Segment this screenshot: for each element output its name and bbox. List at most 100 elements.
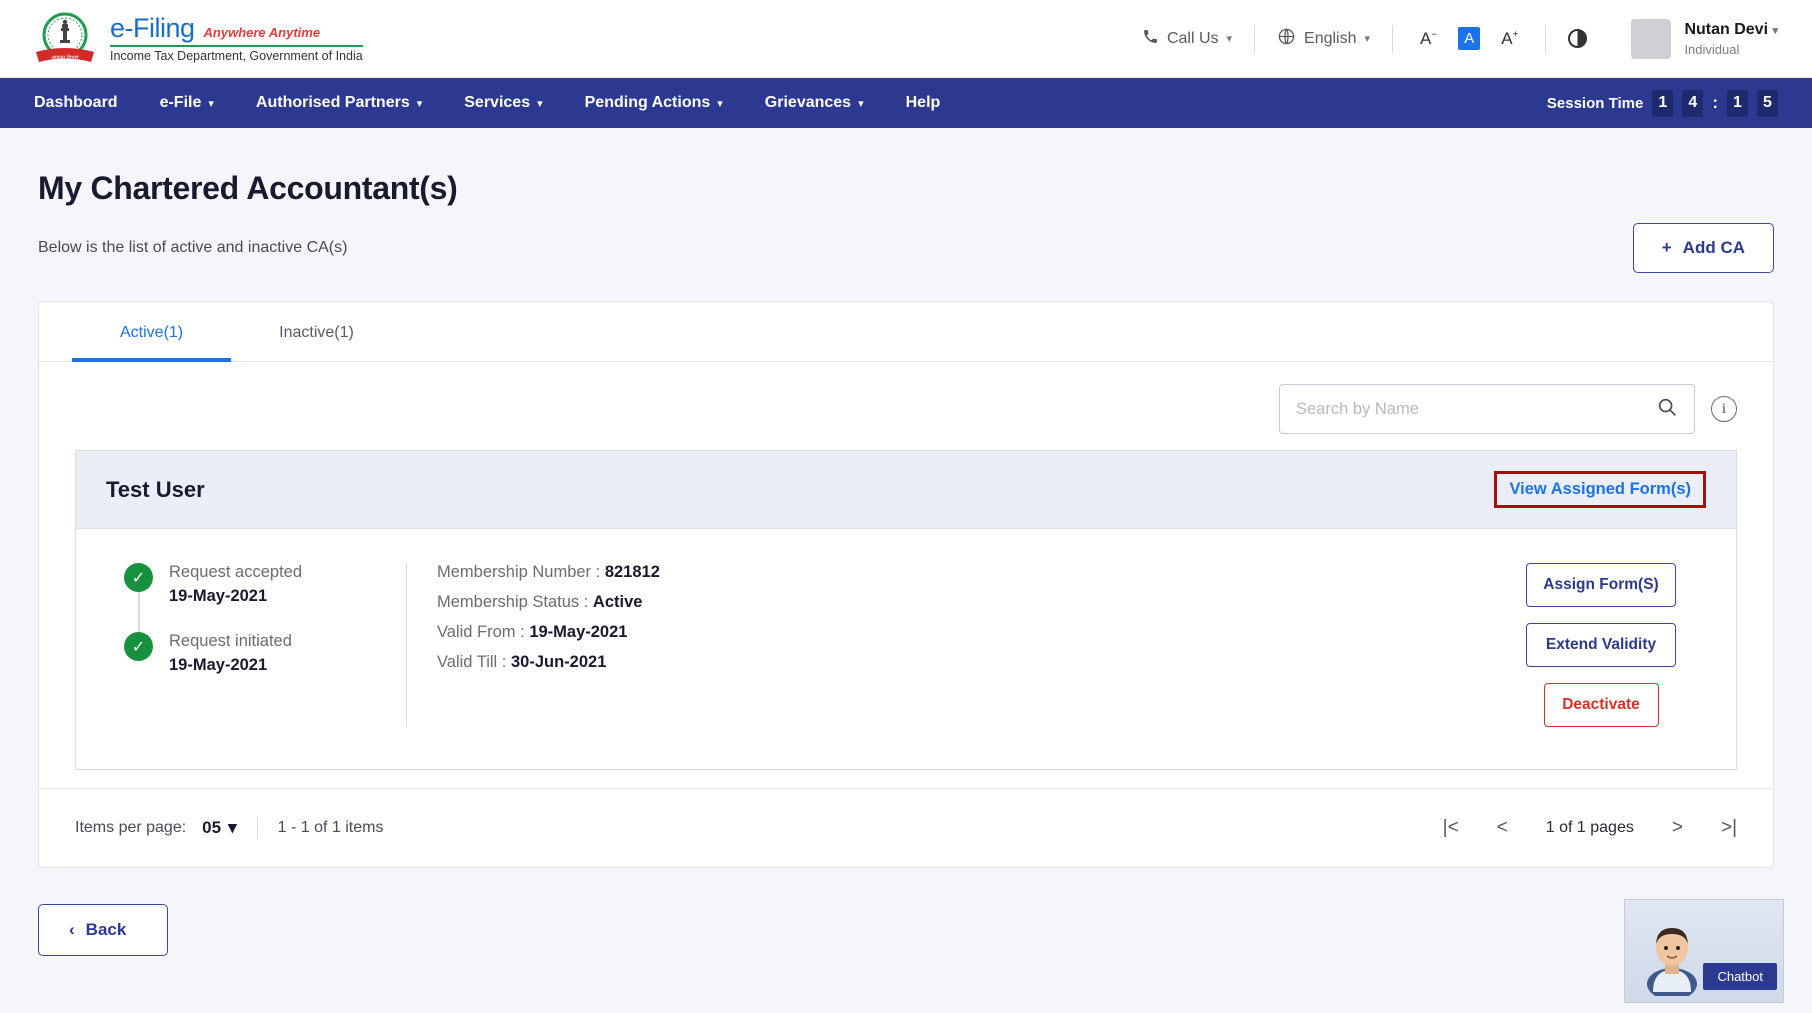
search-input[interactable]: [1296, 400, 1656, 419]
nav-item-pending-actions[interactable]: Pending Actions▾: [585, 94, 723, 112]
contrast-icon: [1568, 29, 1587, 48]
timeline-item: ✓ Request initiated 19-May-2021: [124, 632, 406, 675]
font-normal-button[interactable]: A: [1458, 27, 1480, 50]
avatar: [1631, 19, 1671, 59]
brand-logo[interactable]: आयकर विभाग e-Filing Anywhere Anytime Inc…: [34, 8, 363, 70]
info-icon[interactable]: i: [1711, 396, 1737, 422]
nav-item-dashboard[interactable]: Dashboard: [34, 94, 118, 112]
next-page-button[interactable]: >: [1672, 817, 1683, 839]
last-page-button[interactable]: >|: [1721, 817, 1737, 839]
membership-details: Membership Number : 821812 Membership St…: [406, 563, 1496, 727]
extend-validity-button[interactable]: Extend Validity: [1526, 623, 1676, 667]
tab-inactive[interactable]: Inactive(1): [231, 302, 402, 362]
globe-icon: [1277, 27, 1296, 51]
timeline-date: 19-May-2021: [169, 656, 292, 675]
user-name: Nutan Devi ▾: [1684, 21, 1778, 39]
item-count: 1 - 1 of 1 items: [278, 819, 384, 837]
chatbot-widget[interactable]: Chatbot: [1624, 899, 1784, 1003]
detail-membership-status: Membership Status : Active: [437, 593, 1496, 612]
user-profile-menu[interactable]: Nutan Devi ▾ Individual: [1609, 19, 1778, 59]
chevron-down-icon: ▾: [1772, 25, 1778, 37]
ca-actions: Assign Form(S) Extend Validity Deactivat…: [1496, 563, 1706, 727]
ca-item: Test User View Assigned Form(s) ✓ Reques…: [75, 450, 1737, 770]
font-size-controls: A− A A+: [1393, 27, 1545, 51]
session-timer: Session Time 1 4 : 1 5: [1547, 90, 1778, 117]
first-page-button[interactable]: |<: [1443, 817, 1459, 839]
timeline-label: Request accepted: [169, 563, 302, 582]
call-us-label: Call Us: [1167, 30, 1219, 48]
header-tools: Call Us ▾ English ▾ A− A A+ Nutan Devi ▾…: [1120, 16, 1778, 62]
brand-divider: [110, 45, 363, 47]
phone-icon: [1142, 28, 1159, 50]
nav-item-efile[interactable]: e-File▾: [160, 94, 214, 112]
font-increase-button[interactable]: A+: [1496, 27, 1523, 51]
tab-bar: Active(1) Inactive(1): [39, 302, 1773, 362]
contrast-toggle[interactable]: [1546, 29, 1609, 48]
items-per-page-select[interactable]: 05▾: [202, 818, 236, 838]
chevron-down-icon: ▾: [537, 97, 543, 110]
timeline-date: 19-May-2021: [169, 587, 302, 606]
detail-valid-from: Valid From : 19-May-2021: [437, 623, 1496, 642]
ca-list-card: Active(1) Inactive(1) i Test User View A…: [38, 301, 1774, 868]
call-us-menu[interactable]: Call Us ▾: [1120, 28, 1254, 50]
chevron-down-icon: ▾: [1227, 32, 1233, 45]
detail-valid-till: Valid Till : 30-Jun-2021: [437, 653, 1496, 672]
check-icon: ✓: [124, 563, 153, 592]
session-timer-label: Session Time: [1547, 95, 1643, 112]
brand-department: Income Tax Department, Government of Ind…: [110, 50, 363, 63]
ca-name: Test User: [106, 477, 205, 503]
nav-item-help[interactable]: Help: [906, 94, 941, 112]
india-emblem-icon: आयकर विभाग: [34, 8, 96, 70]
view-assigned-forms-highlight: View Assigned Form(s): [1494, 471, 1706, 508]
add-ca-label: Add CA: [1683, 238, 1745, 258]
brand-tagline: Anywhere Anytime: [204, 26, 321, 39]
search-row: i: [39, 362, 1773, 450]
search-box[interactable]: [1279, 384, 1695, 434]
check-icon: ✓: [124, 632, 153, 661]
items-per-page: Items per page: 05▾: [75, 818, 237, 838]
ca-item-header: Test User View Assigned Form(s): [76, 451, 1736, 529]
font-decrease-button[interactable]: A−: [1415, 27, 1442, 51]
back-button[interactable]: ‹ Back: [38, 904, 168, 956]
chevron-down-icon: ▾: [208, 97, 214, 110]
brand-efiling-text: e-Filing: [110, 15, 195, 42]
user-type: Individual: [1684, 42, 1778, 57]
pager-controls: |< < 1 of 1 pages > >|: [1443, 817, 1737, 839]
deactivate-button[interactable]: Deactivate: [1544, 683, 1659, 727]
chevron-down-icon: ▾: [717, 97, 723, 110]
svg-text:आयकर विभाग: आयकर विभाग: [51, 54, 78, 61]
tab-active[interactable]: Active(1): [72, 302, 231, 362]
view-assigned-forms-link[interactable]: View Assigned Form(s): [1509, 480, 1691, 498]
page-content: My Chartered Accountant(s) Below is the …: [0, 128, 1812, 868]
pagination-bar: Items per page: 05▾ 1 - 1 of 1 items |< …: [39, 788, 1773, 867]
nav-item-authorised-partners[interactable]: Authorised Partners▾: [256, 94, 422, 112]
divider: [257, 817, 258, 839]
chatbot-label[interactable]: Chatbot: [1703, 963, 1777, 990]
session-colon: :: [1712, 93, 1718, 113]
page-subtitle: Below is the list of active and inactive…: [38, 239, 347, 257]
timeline-connector: [138, 592, 140, 637]
top-header: आयकर विभाग e-Filing Anywhere Anytime Inc…: [0, 0, 1812, 78]
items-per-page-label: Items per page:: [75, 819, 186, 837]
session-digit: 1: [1652, 90, 1673, 117]
language-label: English: [1304, 30, 1356, 48]
page-subheader: Below is the list of active and inactive…: [38, 223, 1774, 273]
prev-page-button[interactable]: <: [1497, 817, 1508, 839]
session-digit: 4: [1682, 90, 1703, 117]
detail-membership-number: Membership Number : 821812: [437, 563, 1496, 582]
nav-item-grievances[interactable]: Grievances▾: [765, 94, 864, 112]
session-digit: 5: [1757, 90, 1778, 117]
timeline-label: Request initiated: [169, 632, 292, 651]
page-title: My Chartered Accountant(s): [38, 170, 1774, 207]
chatbot-avatar-icon: [1643, 920, 1701, 996]
nav-item-services[interactable]: Services▾: [464, 94, 542, 112]
main-navigation: Dashboard e-File▾ Authorised Partners▾ S…: [0, 78, 1812, 128]
language-selector[interactable]: English ▾: [1255, 27, 1392, 51]
assign-forms-button[interactable]: Assign Form(S): [1526, 563, 1676, 607]
plus-icon: +: [1662, 238, 1672, 258]
search-icon[interactable]: [1656, 396, 1678, 423]
timeline-item: ✓ Request accepted 19-May-2021: [124, 563, 406, 606]
chevron-down-icon: ▾: [228, 818, 237, 838]
add-ca-button[interactable]: + Add CA: [1633, 223, 1774, 273]
chevron-down-icon: ▾: [858, 97, 864, 110]
